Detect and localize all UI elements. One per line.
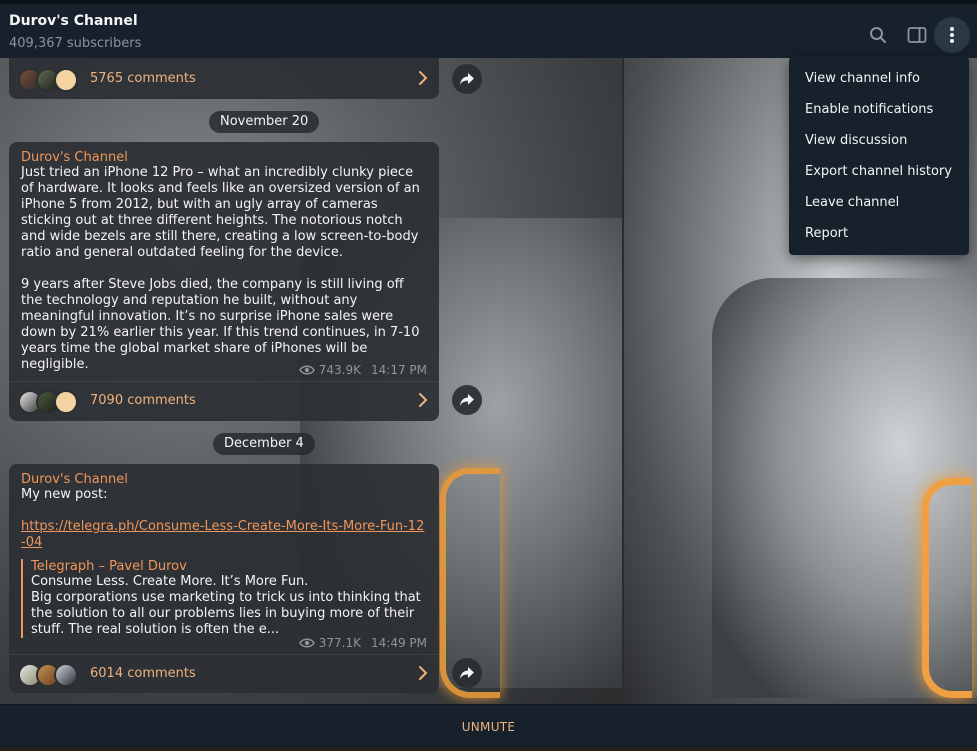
message-link[interactable]: https://telegra.ph/Consume-Less-Create-M…: [21, 519, 429, 551]
more-options-button[interactable]: [934, 17, 970, 53]
message-meta: 743.9K 14:17 PM: [298, 363, 427, 377]
link-preview-title: Consume Less. Create More. It’s More Fun…: [31, 574, 309, 589]
subscriber-count: 409,367 subscribers: [9, 36, 142, 51]
message-bubble: Durov's Channel Just tried an iPhone 12 …: [9, 142, 439, 421]
search-icon: [870, 27, 886, 43]
share-button[interactable]: [452, 658, 482, 688]
comments-button[interactable]: 7090 comments: [9, 381, 439, 419]
message-sender[interactable]: Durov's Channel: [21, 150, 429, 165]
avatar: [54, 390, 78, 414]
bottom-bar: UNMUTE: [0, 704, 977, 751]
date-separator: December 4: [213, 433, 315, 455]
message-meta: 377.1K 14:49 PM: [298, 636, 427, 650]
commenter-avatars: [18, 390, 82, 414]
message-bubble: Durov's Channel My new post: https://tel…: [9, 464, 439, 693]
avatar: [54, 68, 78, 92]
share-arrow-icon: [460, 73, 474, 85]
share-arrow-icon: [460, 667, 474, 679]
message-text: My new post:: [21, 487, 108, 502]
eye-icon: [298, 638, 315, 648]
message-time: 14:49 PM: [371, 636, 427, 650]
view-count: 377.1K: [318, 636, 361, 650]
commenter-avatars: [18, 68, 82, 92]
comments-button[interactable]: 6014 comments: [9, 654, 439, 692]
channel-title[interactable]: Durov's Channel: [9, 13, 138, 29]
menu-item-leave-channel[interactable]: Leave channel: [789, 187, 969, 218]
message-time: 14:17 PM: [371, 363, 427, 377]
menu-item-report[interactable]: Report: [789, 218, 969, 249]
share-button[interactable]: [452, 64, 482, 94]
date-separator: November 20: [209, 111, 320, 133]
link-preview[interactable]: Telegraph – Pavel Durov Consume Less. Cr…: [21, 559, 429, 638]
share-button[interactable]: [452, 385, 482, 415]
chat-header: Durov's Channel 409,367 subscribers: [0, 0, 977, 58]
chevron-right-icon: [419, 71, 428, 85]
side-panel-button[interactable]: [899, 17, 935, 53]
menu-item-view-channel-info[interactable]: View channel info: [789, 63, 969, 94]
comments-count: 7090 comments: [90, 393, 196, 408]
more-vertical-icon: [950, 27, 954, 43]
side-panel-icon: [907, 27, 927, 43]
link-preview-description: Big corporations use marketing to trick …: [31, 590, 425, 637]
unmute-button[interactable]: UNMUTE: [0, 705, 977, 749]
chevron-right-icon: [419, 666, 428, 680]
link-preview-site: Telegraph – Pavel Durov: [31, 559, 187, 574]
commenter-avatars: [18, 663, 82, 687]
comments-count: 6014 comments: [90, 666, 196, 681]
eye-icon: [298, 365, 315, 375]
menu-item-view-discussion[interactable]: View discussion: [789, 125, 969, 156]
menu-item-enable-notifications[interactable]: Enable notifications: [789, 94, 969, 125]
avatar: [54, 663, 78, 687]
message-bubble: 5765 comments: [9, 58, 439, 99]
message-sender[interactable]: Durov's Channel: [21, 472, 429, 487]
comments-button[interactable]: 5765 comments: [9, 60, 439, 98]
search-button[interactable]: [860, 17, 896, 53]
menu-item-export-history[interactable]: Export channel history: [789, 156, 969, 187]
channel-options-menu: View channel info Enable notifications V…: [789, 57, 969, 255]
comments-count: 5765 comments: [90, 71, 196, 86]
message-text: Just tried an iPhone 12 Pro – what an in…: [21, 165, 420, 372]
share-arrow-icon: [460, 394, 474, 406]
chevron-right-icon: [419, 393, 428, 407]
view-count: 743.9K: [318, 363, 361, 377]
